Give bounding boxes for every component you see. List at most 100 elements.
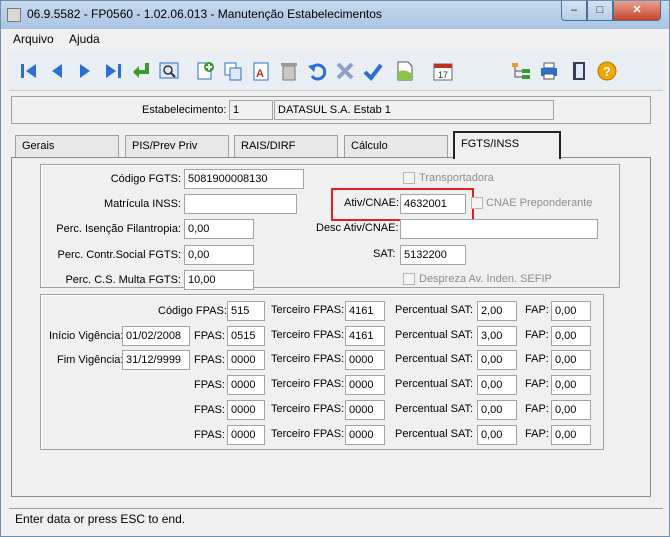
tab-pis-prev-priv[interactable]: PIS/Prev Priv xyxy=(125,135,229,157)
goto-icon[interactable] xyxy=(129,59,153,83)
menu-arquivo[interactable]: Arquivo xyxy=(13,32,54,46)
cnae-preponderante-checkbox[interactable] xyxy=(471,197,483,209)
last-icon[interactable] xyxy=(101,59,125,83)
app-icon xyxy=(7,8,21,22)
add-icon[interactable] xyxy=(193,59,217,83)
previous-icon[interactable] xyxy=(45,59,69,83)
codigo-fgts-field[interactable]: 5081900008130 xyxy=(184,169,304,189)
desc-ativ-cnae-field[interactable] xyxy=(400,219,598,239)
next-icon[interactable] xyxy=(73,59,97,83)
help-icon[interactable]: ? xyxy=(595,59,619,83)
inicio-vigencia-label: Início Vigência: xyxy=(49,330,124,342)
percentual-sat-label: Percentual SAT: xyxy=(395,353,474,365)
fap-field[interactable]: 0,00 xyxy=(551,301,591,321)
percentual-sat-field[interactable]: 3,00 xyxy=(477,326,517,346)
codigo-fpas-label: Código FPAS: xyxy=(158,305,227,317)
fim-vigencia-field[interactable]: 31/12/9999 xyxy=(122,350,190,370)
fpas-label: FPAS: xyxy=(194,429,225,441)
perc-isencao-label: Perc. Isenção Filantropia: xyxy=(56,223,181,235)
fap-label: FAP: xyxy=(525,428,549,440)
estabelecimento-code-field[interactable]: 1 xyxy=(229,100,273,120)
copy-icon[interactable] xyxy=(221,59,245,83)
new-document-icon[interactable] xyxy=(393,59,417,83)
title-bar: 06.9.5582 - FP0560 - 1.02.06.013 - Manut… xyxy=(1,1,669,29)
percentual-sat-field[interactable]: 0,00 xyxy=(477,350,517,370)
calendar-icon[interactable]: 17 xyxy=(431,59,455,83)
search-icon[interactable] xyxy=(157,59,181,83)
percentual-sat-label: Percentual SAT: xyxy=(395,378,474,390)
inicio-vigencia-field[interactable]: 01/02/2008 xyxy=(122,326,190,346)
fpas-label: FPAS: xyxy=(194,379,225,391)
despreza-checkbox[interactable] xyxy=(403,273,415,285)
fap-field[interactable]: 0,00 xyxy=(551,400,591,420)
fpas-field[interactable]: 0000 xyxy=(227,425,265,445)
highlight-box xyxy=(331,188,474,221)
save-icon[interactable] xyxy=(361,59,385,83)
fap-field[interactable]: 0,00 xyxy=(551,375,591,395)
hierarchy-icon[interactable] xyxy=(509,59,533,83)
perc-contr-social-label: Perc. Contr.Social FGTS: xyxy=(57,249,181,261)
perc-contr-social-field[interactable]: 0,00 xyxy=(184,245,254,265)
tab-content: Código FGTS: 5081900008130 Transportador… xyxy=(11,157,651,497)
sat-field[interactable]: 5132200 xyxy=(400,245,466,265)
toolbar: A 17 ? xyxy=(9,51,663,91)
minimize-button[interactable]: – xyxy=(561,1,587,21)
svg-text:A: A xyxy=(256,68,264,80)
perc-isencao-field[interactable]: 0,00 xyxy=(184,219,254,239)
transportadora-checkbox[interactable] xyxy=(403,172,415,184)
percentual-sat-label: Percentual SAT: xyxy=(395,403,474,415)
tab-rais-dirf[interactable]: RAIS/DIRF xyxy=(234,135,338,157)
fgts-panel: Código FGTS: 5081900008130 Transportador… xyxy=(40,164,620,290)
percentual-sat-field[interactable]: 0,00 xyxy=(477,375,517,395)
percentual-sat-field[interactable]: 0,00 xyxy=(477,400,517,420)
maximize-button[interactable]: □ xyxy=(587,1,613,21)
fpas-field[interactable]: 0000 xyxy=(227,375,265,395)
codigo-fpas-field[interactable]: 515 xyxy=(227,301,265,321)
tab-gerais[interactable]: Gerais xyxy=(15,135,119,157)
terceiro-fpas-field[interactable]: 0000 xyxy=(345,350,385,370)
svg-text:17: 17 xyxy=(438,70,448,80)
fap-field[interactable]: 0,00 xyxy=(551,425,591,445)
fap-label: FAP: xyxy=(525,378,549,390)
tab-calculo[interactable]: Cálculo xyxy=(344,135,448,157)
close-button[interactable]: ✕ xyxy=(613,1,661,21)
fpas-field[interactable]: 0000 xyxy=(227,350,265,370)
print-icon[interactable] xyxy=(537,59,561,83)
edit-icon[interactable]: A xyxy=(249,59,273,83)
terceiro-fpas-field[interactable]: 0000 xyxy=(345,375,385,395)
undo-icon[interactable] xyxy=(305,59,329,83)
tab-fgts-inss[interactable]: FGTS/INSS xyxy=(453,131,561,159)
matricula-inss-field[interactable] xyxy=(184,194,297,214)
fpas-label: FPAS: xyxy=(194,404,225,416)
fpas-field[interactable]: 0000 xyxy=(227,400,265,420)
delete-icon[interactable] xyxy=(277,59,301,83)
menu-bar: Arquivo Ajuda xyxy=(9,29,663,49)
fap-field[interactable]: 0,00 xyxy=(551,350,591,370)
desc-ativ-cnae-label: Desc Ativ/CNAE: xyxy=(316,222,399,234)
fpas-field[interactable]: 0515 xyxy=(227,326,265,346)
menu-ajuda[interactable]: Ajuda xyxy=(69,32,100,46)
fap-label: FAP: xyxy=(525,403,549,415)
fim-vigencia-label: Fim Vigência: xyxy=(57,354,124,366)
cancel-icon[interactable] xyxy=(333,59,357,83)
first-icon[interactable] xyxy=(17,59,41,83)
fpas-panel: Código FPAS: 515 Início Vigência: 01/02/… xyxy=(40,294,604,450)
terceiro-fpas-field[interactable]: 4161 xyxy=(345,326,385,346)
svg-text:?: ? xyxy=(603,64,611,79)
fap-field[interactable]: 0,00 xyxy=(551,326,591,346)
estabelecimento-label: Estabelecimento: xyxy=(142,104,227,116)
percentual-sat-field[interactable]: 0,00 xyxy=(477,425,517,445)
percentual-sat-label: Percentual SAT: xyxy=(395,428,474,440)
percentual-sat-field[interactable]: 2,00 xyxy=(477,301,517,321)
percentual-sat-label: Percentual SAT: xyxy=(395,304,474,316)
matricula-inss-label: Matrícula INSS: xyxy=(103,198,181,210)
terceiro-fpas-field[interactable]: 0000 xyxy=(345,425,385,445)
percentual-sat-label: Percentual SAT: xyxy=(395,329,474,341)
window-title: 06.9.5582 - FP0560 - 1.02.06.013 - Manut… xyxy=(27,7,382,21)
terceiro-fpas-field[interactable]: 4161 xyxy=(345,301,385,321)
exit-icon[interactable] xyxy=(567,59,591,83)
estabelecimento-name-field: DATASUL S.A. Estab 1 xyxy=(274,100,554,120)
perc-cs-multa-field[interactable]: 10,00 xyxy=(184,270,254,290)
terceiro-fpas-field[interactable]: 0000 xyxy=(345,400,385,420)
fpas-label: FPAS: xyxy=(194,330,225,342)
